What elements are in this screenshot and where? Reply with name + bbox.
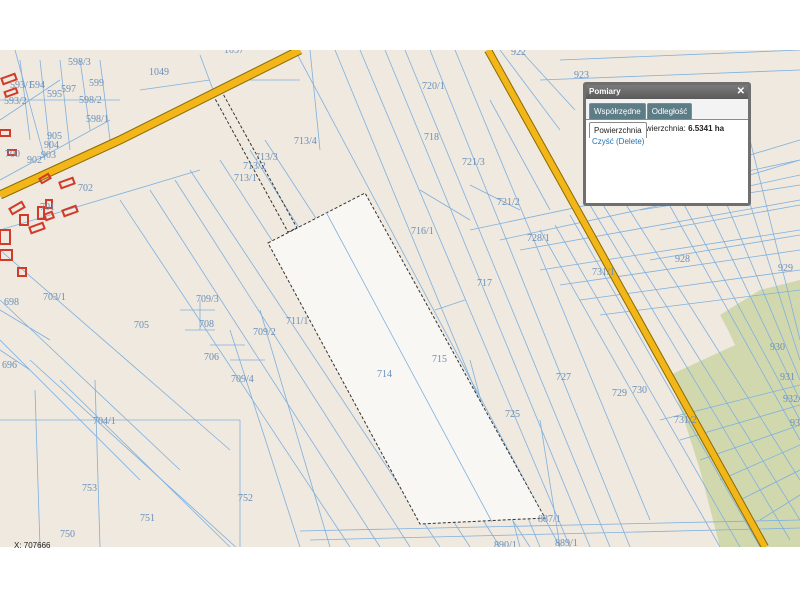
parcel-label: 725 xyxy=(505,409,520,420)
parcel-label: 709/3 xyxy=(196,294,219,305)
parcel-label: 752 xyxy=(238,493,253,504)
close-icon[interactable]: ✕ xyxy=(737,85,745,99)
panel-title: Pomiary xyxy=(589,87,621,96)
parcel-label: 929 xyxy=(778,263,793,274)
parcel-label: 928 xyxy=(675,254,690,265)
parcel-label: 599 xyxy=(89,78,104,89)
parcel-label: 718 xyxy=(424,132,439,143)
parcel-label: 713/1 xyxy=(234,173,257,184)
panel-titlebar[interactable]: Pomiary ✕ xyxy=(586,85,748,99)
parcel-label: 731/1 xyxy=(592,267,615,278)
panel-tabs: Współrzędne Odległość Powierzchnia xyxy=(586,99,748,138)
tab-distance[interactable]: Odległość xyxy=(646,103,693,119)
parcel-label: 696 xyxy=(2,360,17,371)
measured-area-value: 6.5341 ha xyxy=(688,124,725,133)
parcel-label: 714 xyxy=(377,369,392,380)
parcel-label: 930 xyxy=(770,342,785,353)
parcel-label: 922 xyxy=(511,50,526,58)
parcel-label: 704/1 xyxy=(93,416,116,427)
parcel-label: 709/4 xyxy=(231,374,254,385)
parcel-label: 708 xyxy=(199,319,214,330)
parcel-label: 932/1 xyxy=(783,394,800,405)
parcel-label: 715 xyxy=(432,354,447,365)
parcel-label: 598/3 xyxy=(68,57,91,68)
parcel-label: 731/2 xyxy=(674,415,697,426)
parcel-label: 721/3 xyxy=(462,157,485,168)
clear-link[interactable]: Czyść (Delete) xyxy=(592,137,742,146)
parcel-label: 727 xyxy=(556,372,571,383)
parcel-label: 1057 xyxy=(224,50,244,56)
parcel-label: 713/2 xyxy=(243,161,266,172)
parcel-label: 1049 xyxy=(149,67,169,78)
parcel-label: 751 xyxy=(140,513,155,524)
parcel-label: 598/2 xyxy=(79,95,102,106)
parcel-label: 713/4 xyxy=(294,136,317,147)
parcel-label: 721/2 xyxy=(497,197,520,208)
parcel-label: 711/1 xyxy=(286,316,308,327)
parcel-label: 720/1 xyxy=(422,81,445,92)
tab-coordinates[interactable]: Współrzędne xyxy=(589,103,646,119)
parcel-label: 705 xyxy=(134,320,149,331)
parcel-label: 597 xyxy=(61,84,76,95)
parcel-label: 728/1 xyxy=(527,233,550,244)
parcel-label: 889/1 xyxy=(555,538,578,547)
parcel-label: 730 xyxy=(632,385,647,396)
measurement-panel: Pomiary ✕ Współrzędne Odległość Powierzchn… xyxy=(583,82,751,206)
parcel-label: 709/2 xyxy=(253,327,276,338)
parcel-label: 702 xyxy=(78,183,93,194)
parcel-label: 593/2 xyxy=(4,96,27,107)
parcel-label: 887/1 xyxy=(538,514,561,525)
parcel-label: 902 xyxy=(27,155,42,166)
parcel-label: 750 xyxy=(60,529,75,540)
parcel-label: 698 xyxy=(4,297,19,308)
tab-area[interactable]: Powierzchnia xyxy=(589,122,647,138)
parcel-label: 706 xyxy=(204,352,219,363)
parcel-label: 595 xyxy=(47,89,62,100)
parcel-label: 903 xyxy=(41,150,56,161)
parcel-label: 598/1 xyxy=(86,114,109,125)
parcel-label: 717 xyxy=(477,278,492,289)
parcel-label: 931 xyxy=(780,372,795,383)
coordinate-readout: X: 707666 xyxy=(14,541,51,550)
parcel-label: 594 xyxy=(30,80,45,91)
parcel-label: 933 xyxy=(790,418,800,429)
parcel-label: 890/1 xyxy=(494,540,517,547)
parcel-label: 701 xyxy=(40,202,55,213)
parcel-label: 923 xyxy=(574,70,589,81)
parcel-label: 753 xyxy=(82,483,97,494)
parcel-label: 716/1 xyxy=(411,226,434,237)
parcel-label: 703/1 xyxy=(43,292,66,303)
parcel-label: 729 xyxy=(612,388,627,399)
parcel-label: 700 xyxy=(5,149,20,160)
